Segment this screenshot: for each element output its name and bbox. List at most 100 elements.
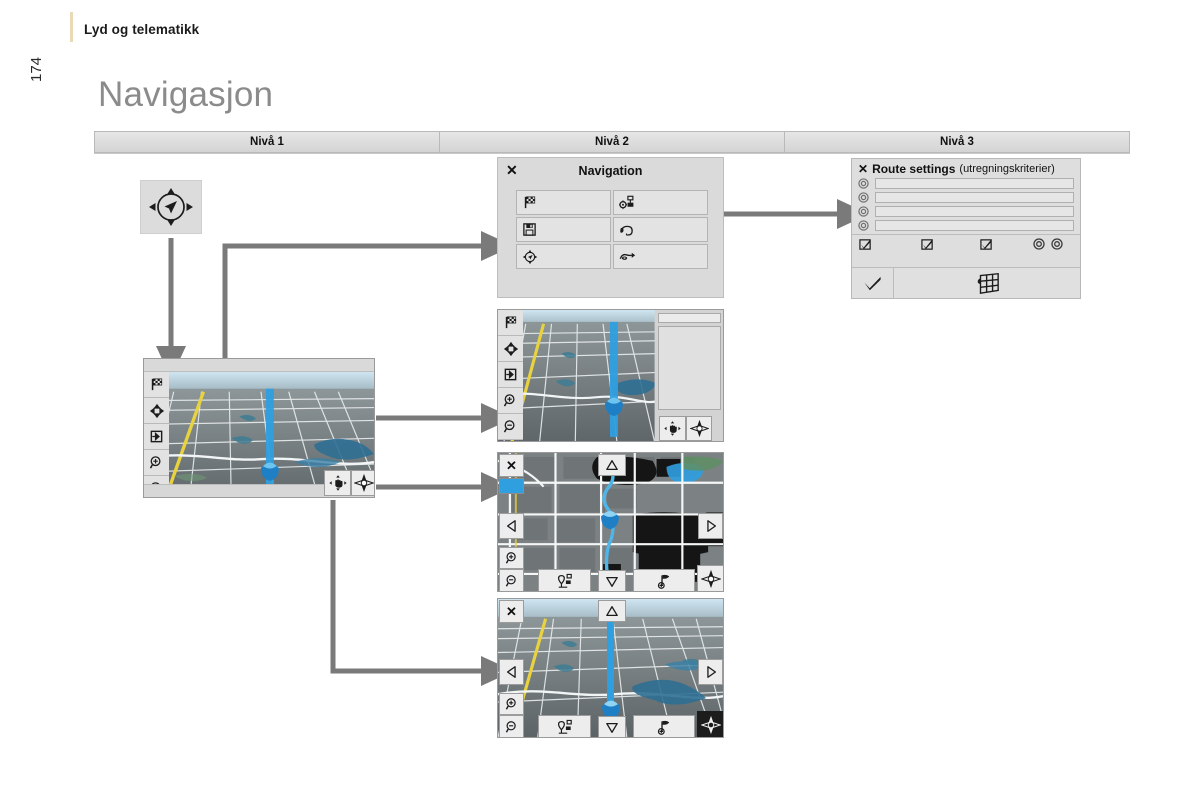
destination-flag-icon [505,316,517,329]
level-column-2: Nivå 2 [440,132,785,152]
destination-flag-icon [151,378,163,391]
route-option-row[interactable] [858,192,1074,203]
route-settings-dialog: ✕ Route settings (utregningskriterier) [851,158,1081,299]
exit-route-button[interactable] [144,424,169,450]
route-checkbox-2[interactable] [921,238,934,251]
destination-flag-button[interactable] [498,310,523,336]
nav-route-settings-button[interactable] [613,190,708,215]
route-settings-title: Route settings [872,162,956,176]
map2d-scale-indicator [499,478,524,494]
radio-option-icon [858,206,869,217]
rotary-joystick-control[interactable] [140,180,202,234]
poi-icon [557,719,572,734]
header-accent-rule [70,12,73,42]
compass-button[interactable] [351,470,374,496]
map-with-info-list-screen[interactable] [497,309,724,442]
radio-option-icon [1033,238,1045,250]
close-button[interactable]: ✕ [499,600,524,623]
close-icon[interactable]: ✕ [506,163,518,177]
checkbox-checked-icon [921,239,933,250]
zoom-in-button[interactable] [144,450,169,476]
map-side-toolbar[interactable] [498,310,523,440]
route-radio-5[interactable] [1051,238,1063,250]
route-option-row[interactable] [858,220,1074,231]
route-settings-subtitle: (utregningskriterier) [959,163,1055,175]
add-waypoint-button[interactable] [633,569,695,591]
level-column-2-label: Nivå 2 [595,136,629,148]
navigation-map-screen[interactable] [143,358,375,498]
nav-guidance-button[interactable] [516,244,611,269]
pan-right-icon [706,520,716,532]
destination-flag-button[interactable] [144,372,169,398]
pan-left-button[interactable] [499,513,524,539]
pan-arrows-button[interactable] [144,398,169,424]
route-option-field[interactable] [875,192,1074,203]
route-option-field[interactable] [875,178,1074,189]
route-option-field[interactable] [875,206,1074,217]
zoom-out-button[interactable] [498,414,523,440]
route-checkbox-3[interactable] [980,238,993,251]
map-2d-pan-screen[interactable]: ✕ [497,452,724,592]
pan-arrows-button[interactable] [498,336,523,362]
hand-pan-button[interactable] [659,416,686,441]
zoom-in-button[interactable] [499,693,524,715]
map-side-toolbar[interactable] [144,372,169,497]
navigation-dialog: ✕ Navigation [497,157,724,298]
hand-pan-icon [328,475,347,491]
add-waypoint-button[interactable] [633,715,695,737]
checkmark-icon [864,276,881,291]
poi-button[interactable] [538,715,591,737]
pan-down-button[interactable] [598,716,626,737]
navigation-dialog-button-grid [516,190,708,269]
route-settings-checkbox-row [852,234,1080,254]
keypad-button[interactable] [894,268,1080,298]
joystick-icon [149,188,193,226]
info-list-panel [658,313,721,413]
pan-down-button[interactable] [598,570,626,591]
close-icon: ✕ [506,457,517,473]
route-settings-options [852,178,1080,231]
route-option-row[interactable] [858,178,1074,189]
traffic-info-icon [620,225,633,236]
close-button[interactable]: ✕ [499,454,524,477]
pan-up-button[interactable] [598,454,626,476]
zoom-out-button[interactable] [499,569,524,591]
confirm-button[interactable] [852,268,894,298]
zoom-in-button[interactable] [499,547,524,569]
poi-button[interactable] [538,569,591,591]
pan-right-button[interactable] [698,513,723,539]
route-radio-4[interactable] [1033,238,1045,250]
zoom-in-button[interactable] [498,388,523,414]
compass-button[interactable] [697,711,723,737]
compass-button[interactable] [697,565,723,591]
zoom-out-icon [503,420,515,433]
route-checkbox-1[interactable] [859,238,872,251]
close-icon[interactable]: ✕ [858,162,868,176]
hand-pan-button[interactable] [324,470,351,496]
pan-up-button[interactable] [598,600,626,622]
pan-right-button[interactable] [698,659,723,685]
hand-pan-icon [664,421,681,436]
compass-button[interactable] [686,416,712,441]
nav-detour-button[interactable] [613,244,708,269]
pan-left-button[interactable] [499,659,524,685]
route-option-field[interactable] [875,220,1074,231]
zoom-out-button[interactable] [499,715,524,737]
level-header-underline [94,153,1130,154]
zoom-in-icon [505,552,516,564]
add-waypoint-icon [657,720,669,735]
pan-left-icon [506,666,516,678]
exit-route-button[interactable] [498,362,523,388]
route-settings-footer [852,267,1080,298]
nav-destination-button[interactable] [516,190,611,215]
route-settings-icon [619,195,634,210]
nav-traffic-info-button[interactable] [613,217,708,242]
info-list-body[interactable] [658,326,721,410]
map-3d-pan-screen[interactable]: ✕ [497,598,724,738]
radio-option-icon [1051,238,1063,250]
nav-save-button[interactable] [516,217,611,242]
radio-option-icon [858,220,869,231]
compass-icon [700,715,721,734]
route-detour-icon [619,252,636,260]
route-option-row[interactable] [858,206,1074,217]
